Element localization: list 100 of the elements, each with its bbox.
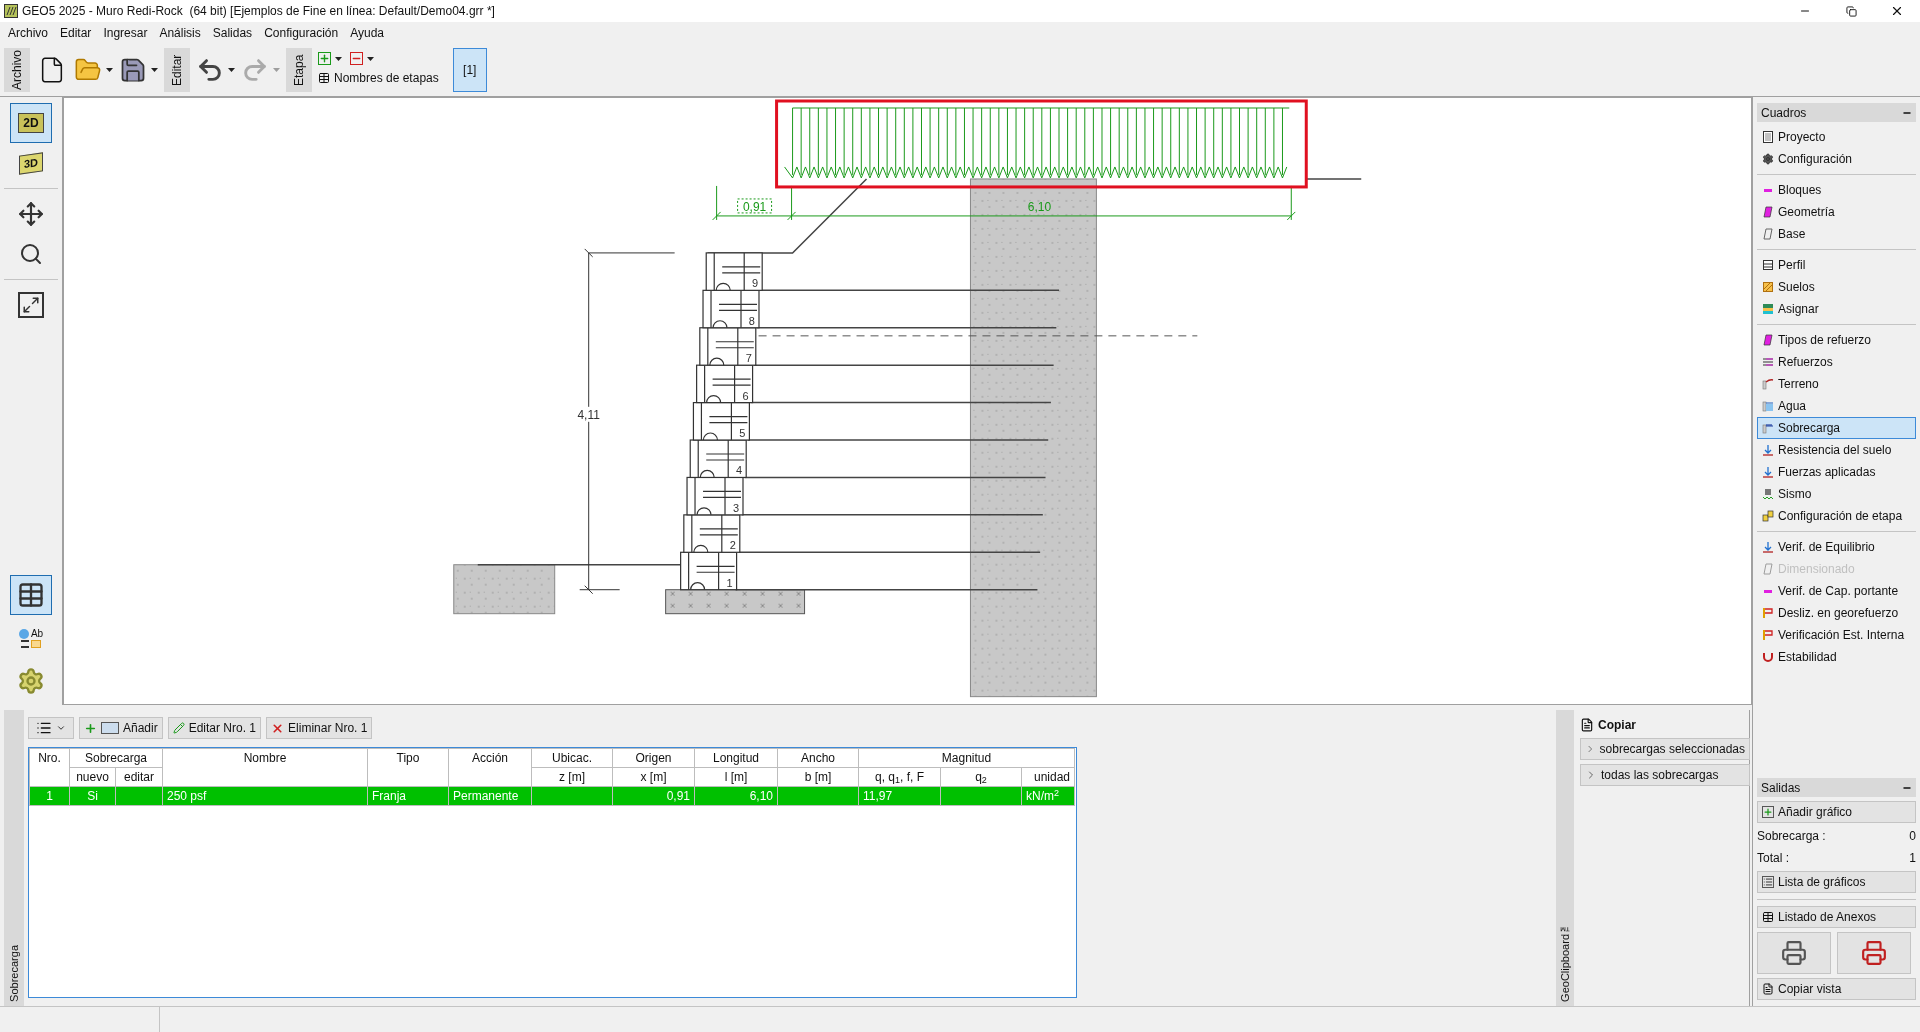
copy-option-button[interactable]: sobrecargas seleccionadas [1580,738,1750,760]
column-header[interactable]: Origen [612,748,695,768]
stat-value: 0 [1909,828,1916,845]
frame-item[interactable]: Suelos [1757,276,1916,298]
menu-item[interactable]: Ingresar [97,23,154,42]
annex-list-button[interactable]: Listado de Anexos [1757,906,1916,928]
cube-icon: 3D [18,152,44,174]
printer-icon [1861,940,1887,966]
water-icon [1762,400,1774,412]
frame-item[interactable]: Tipos de refuerzo [1757,329,1916,351]
frame-item[interactable]: Base [1757,223,1916,245]
frame-item[interactable]: Terreno [1757,373,1916,395]
menu-item[interactable]: Editar [54,23,98,42]
frame-item[interactable]: Sismo [1757,483,1916,505]
layers-icon [1762,259,1774,271]
menu-item[interactable]: Análisis [153,23,207,42]
flag-icon [1762,607,1774,619]
caret-icon[interactable] [106,67,113,72]
panel-tab[interactable]: Sobrecarga [5,945,23,1002]
caret-icon[interactable] [335,56,342,61]
panel-title: Cuadros [1761,104,1807,122]
delete-button[interactable]: Eliminar Nro. 1 [266,717,373,739]
column-header[interactable]: Nombre [162,748,368,787]
wall-block [699,327,757,366]
frame-item[interactable]: Proyecto [1757,126,1916,148]
frame-item[interactable]: Refuerzos [1757,351,1916,373]
table-cell: 11,97 [858,786,941,806]
stat-label: Sobrecarga : [1757,828,1826,845]
stage-tab[interactable]: [1] [452,47,487,92]
block-number: 3 [732,501,739,514]
caret-icon[interactable] [151,67,158,72]
frame-item[interactable]: Resistencia del suelo [1757,439,1916,461]
frame-item[interactable]: Geometría [1757,201,1916,223]
graphics-list-button[interactable]: Lista de gráficos [1757,871,1916,893]
frame-item[interactable]: Verificación Est. Interna [1757,624,1916,646]
menu-item[interactable]: Salidas [206,23,259,42]
panel-title: Salidas [1761,779,1801,797]
frame-item[interactable]: Bloques [1757,179,1916,201]
numbered-boxes-icon [1762,510,1774,522]
plus-icon [84,721,97,735]
terrain-icon [1762,378,1774,390]
block-number: 8 [748,314,755,327]
toolbar-group-label: Etapa [286,47,312,92]
frame-item[interactable]: Perfil [1757,254,1916,276]
column-header[interactable]: Magnitud [858,748,1075,768]
frame-item[interactable]: Verif. de Cap. portante [1757,580,1916,602]
frame-item[interactable]: Desliz. en georefuerzo [1757,602,1916,624]
frame-item[interactable]: Sobrecarga [1757,417,1916,439]
view-mode-button[interactable]: 2D [10,103,52,143]
panel-button[interactable]: Ab [10,618,52,658]
menu-item[interactable]: Archivo [2,23,54,42]
column-header[interactable]: Nro. [29,748,70,787]
column-header[interactable]: Tipo [367,748,449,787]
caret-icon [56,723,66,733]
wall-block [689,439,747,479]
table-cell: Si [69,786,116,806]
block-outline-icon [1762,563,1774,575]
dimension-label: 0,91 [737,198,773,214]
table-icon [17,581,45,609]
restore-icon [1845,5,1857,17]
list-menu-button[interactable] [28,717,74,739]
print-button[interactable] [1757,932,1831,974]
table-cell: 0,91 [612,786,695,806]
frame-item[interactable]: Verif. de Equilibrio [1757,536,1916,558]
frame-item[interactable]: Agua [1757,395,1916,417]
table-cell: Permanente [448,786,532,806]
document-icon [1762,131,1774,143]
table-cell: Franja [367,786,449,806]
caret-icon[interactable] [228,67,235,72]
table-cell: 6,10 [694,786,778,806]
column-header[interactable]: Ubicac. [531,748,613,768]
table-cell: 250 psf [162,786,368,806]
copy-option-button[interactable]: todas las sobrecargas [1580,764,1750,786]
panel-button[interactable] [10,575,52,615]
menu-item[interactable]: Configuración [258,23,345,42]
ground-line [1305,178,1362,180]
copy-title: Copiar [1598,717,1636,734]
table-icon [318,72,330,84]
copy-view-button[interactable]: Copiar vista [1757,978,1916,1000]
add-stage-button[interactable] [318,52,342,65]
stage-names-button[interactable]: Nombres de etapas [318,69,439,87]
column-header[interactable]: Acción [448,748,532,787]
frame-item[interactable]: Estabilidad [1757,646,1916,668]
edit-button[interactable]: Editar Nro. 1 [167,717,262,739]
frame-item[interactable]: Asignar [1757,298,1916,320]
column-header[interactable]: Longitud [694,748,778,768]
caret-icon[interactable] [367,56,374,61]
wall-block [683,514,741,553]
frame-item[interactable]: Configuración [1757,148,1916,170]
view-mode-button[interactable]: 3D [10,143,52,183]
remove-stage-button[interactable] [350,52,374,65]
print-pdf-button[interactable] [1837,932,1911,974]
column-header[interactable]: Ancho [777,748,859,768]
add-graphic-button[interactable]: Añadir gráfico [1757,801,1916,823]
frame-item[interactable]: Configuración de etapa [1757,505,1916,527]
menu-item[interactable]: Ayuda [344,23,390,42]
column-header[interactable]: Sobrecarga [69,748,163,768]
frame-item[interactable]: Fuerzas aplicadas [1757,461,1916,483]
layer-swatch-icon [1762,303,1774,315]
add-button[interactable]: Añadir [79,717,163,739]
